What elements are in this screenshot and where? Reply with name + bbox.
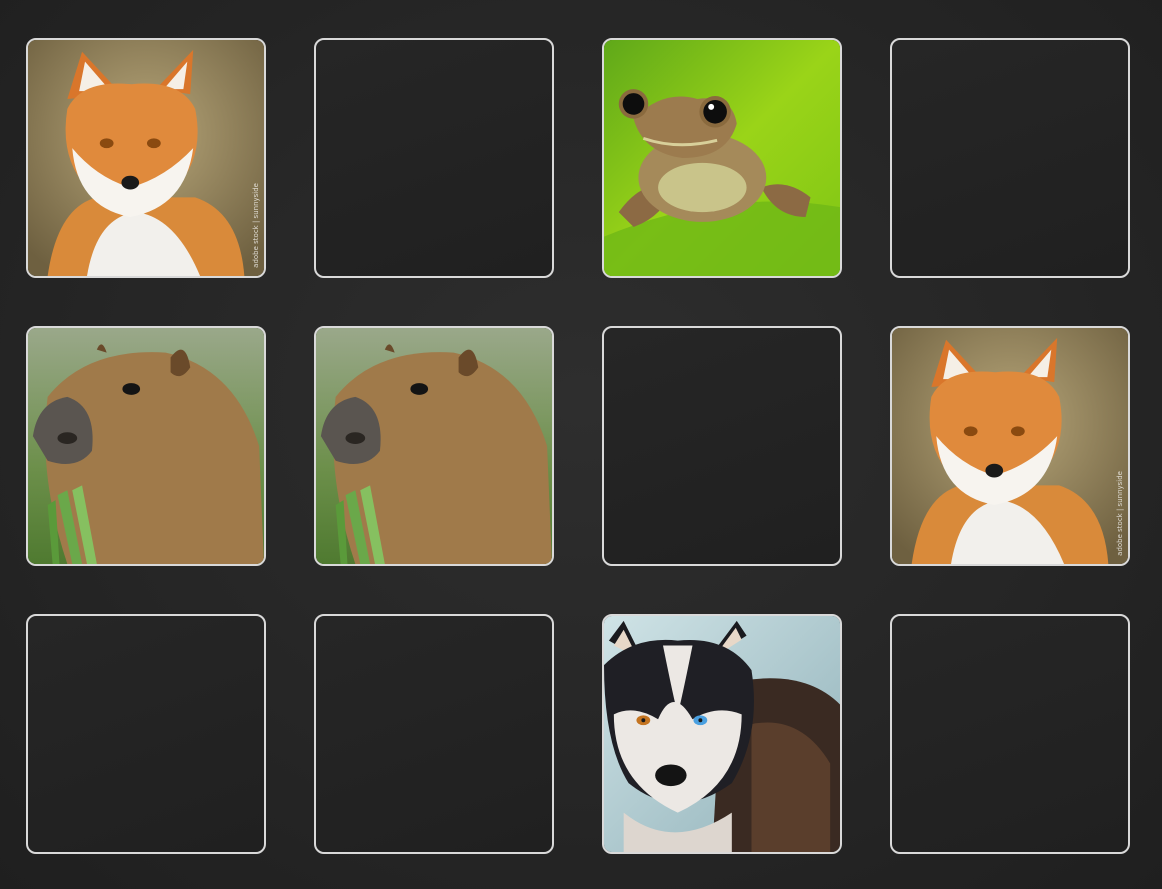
card-9-face-down[interactable]	[26, 614, 266, 854]
card-1-fox[interactable]: adobe stock | sunnyside	[26, 38, 266, 278]
card-12-face-down[interactable]	[890, 614, 1130, 854]
card-4-face-down[interactable]	[890, 38, 1130, 278]
capybara-image	[316, 328, 552, 564]
card-10-face-down[interactable]	[314, 614, 554, 854]
card-5-capybara[interactable]	[26, 326, 266, 566]
card-8-fox[interactable]: adobe stock | sunnyside	[890, 326, 1130, 566]
card-3-frog[interactable]	[602, 38, 842, 278]
memory-game-board: adobe stock | sunnyside adobe stock | su…	[26, 38, 1130, 854]
frog-image	[604, 40, 840, 276]
card-11-husky[interactable]	[602, 614, 842, 854]
card-7-face-down[interactable]	[602, 326, 842, 566]
card-watermark: adobe stock | sunnyside	[1116, 471, 1124, 556]
husky-image	[604, 616, 840, 852]
fox-image	[892, 328, 1128, 564]
card-watermark: adobe stock | sunnyside	[252, 183, 260, 268]
card-6-capybara[interactable]	[314, 326, 554, 566]
capybara-image	[28, 328, 264, 564]
card-2-face-down[interactable]	[314, 38, 554, 278]
fox-image	[28, 40, 264, 276]
